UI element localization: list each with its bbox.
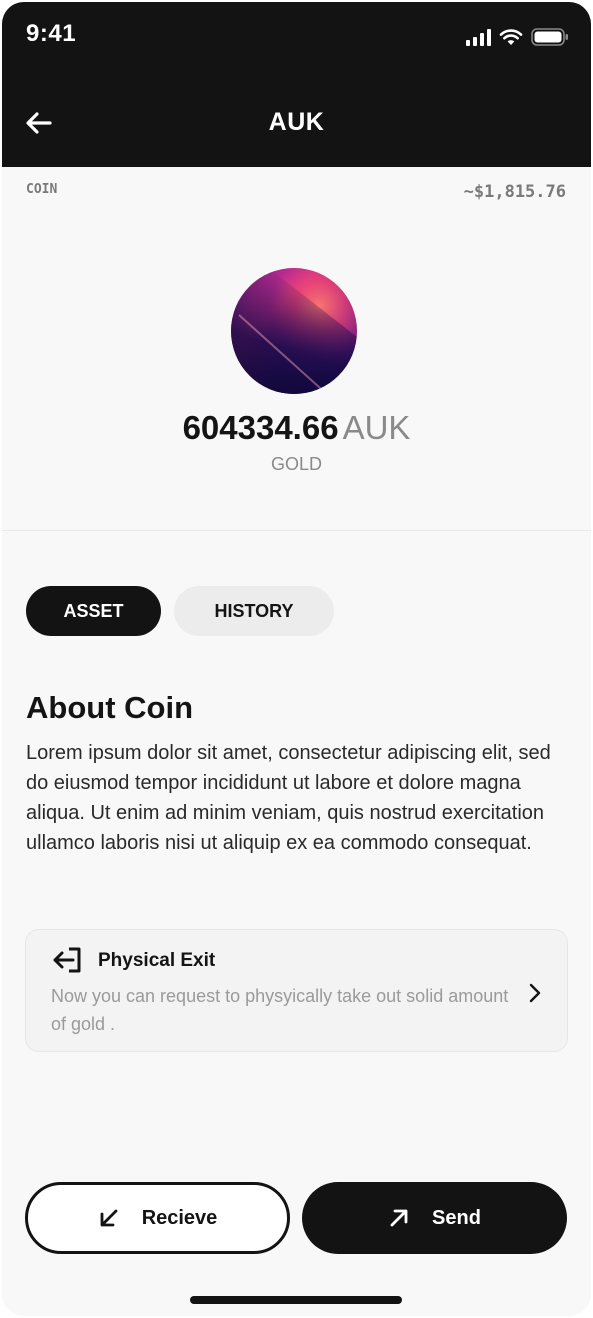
coin-label: COIN [26, 182, 58, 197]
chevron-right-icon [527, 982, 543, 1004]
arrow-down-left-icon [98, 1207, 120, 1229]
balance-type: GOLD [270, 454, 322, 474]
divider [2, 530, 591, 531]
about-title: About Coin [26, 690, 194, 725]
arrow-up-right-icon [388, 1207, 410, 1229]
physical-exit-title: Physical Exit [98, 950, 216, 971]
battery-icon [531, 28, 569, 46]
receive-button[interactable]: Recieve [25, 1182, 290, 1254]
balance-amount: 604334.66 [182, 409, 339, 446]
physical-exit-description: Now you can request to physyically take … [51, 986, 509, 1034]
wifi-icon [499, 28, 523, 46]
status-time: 9:41 [26, 20, 77, 47]
balance-unit: AUK [342, 409, 411, 446]
header: 9:41 AUK [2, 2, 591, 167]
balance: 604334.66 AUK [2, 409, 591, 447]
phone-screen: 9:41 AUK COIN ~$1,815.76 604334.66 AUK G… [2, 2, 591, 1316]
status-icons [466, 26, 569, 48]
exit-icon [51, 946, 83, 974]
tab-history[interactable]: HISTORY [174, 586, 334, 636]
coin-avatar [231, 268, 357, 394]
send-label: Send [432, 1206, 481, 1229]
home-indicator[interactable] [190, 1296, 402, 1304]
page-title: AUK [268, 108, 325, 136]
send-button[interactable]: Send [302, 1182, 567, 1254]
tab-asset[interactable]: ASSET [26, 586, 161, 636]
about-text: Lorem ipsum dolor sit amet, consectetur … [26, 742, 551, 854]
receive-label: Recieve [141, 1206, 218, 1229]
coin-fiat-value: ~$1,815.76 [463, 182, 566, 202]
signal-icon [466, 28, 491, 46]
physical-exit-card[interactable]: Physical Exit Now you can request to phy… [25, 929, 568, 1052]
